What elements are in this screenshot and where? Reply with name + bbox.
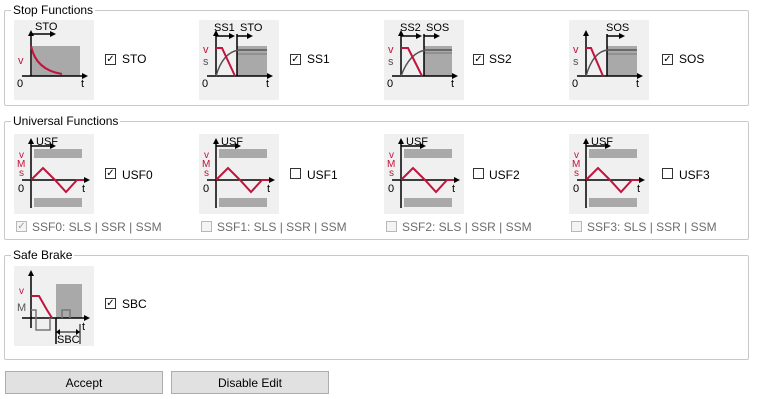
sto-origin-label: 0: [17, 78, 23, 90]
accept-button[interactable]: Accept: [5, 371, 163, 394]
ssf0-checkbox: ✓: [16, 220, 27, 232]
sos-top-label: SOS: [606, 22, 629, 34]
usf1-y-label-s: s: [204, 168, 209, 179]
ss2-checkbox-label[interactable]: SS2: [489, 52, 512, 66]
sos-checkbox-label[interactable]: SOS: [679, 52, 704, 66]
ss2-x-label: t: [451, 78, 454, 90]
ss2-top-label-2: SOS: [426, 22, 449, 34]
ss1-checkbox-label[interactable]: SS1: [307, 52, 330, 66]
usf3-checkbox-label[interactable]: USF3: [679, 168, 710, 182]
ss1-y-label-s: s: [203, 56, 209, 68]
ss1-y-label-v: v: [203, 44, 209, 56]
ssf1-checkbox-label: SSF1: SLS | SSR | SSM: [217, 220, 347, 234]
usf2-checkbox-label[interactable]: USF2: [489, 168, 520, 182]
sto-top-label: STO: [35, 21, 58, 33]
usf0-checkbox[interactable]: ✓: [105, 168, 116, 179]
ssf3-checkbox-label: SSF3: SLS | SSR | SSM: [587, 220, 717, 234]
sto-diagram: STO v 0 t: [14, 20, 94, 100]
sos-y-label-s: s: [573, 56, 579, 68]
ss1-checkbox[interactable]: ✓: [290, 54, 301, 65]
universal-functions-legend: Universal Functions: [13, 114, 119, 128]
sbc-y-label-v: v: [19, 286, 24, 297]
usf2-checkbox[interactable]: [473, 168, 484, 179]
sos-checkbox[interactable]: ✓: [662, 54, 673, 65]
sbc-y-label-m: M: [17, 302, 26, 314]
usf2-top-label: USF: [406, 136, 428, 148]
usf2-diagram: USF v M s 0 t: [384, 134, 464, 214]
sbc-bottom-label: SBC: [57, 334, 80, 346]
sos-y-label-v: v: [573, 44, 579, 56]
ssf1-checkbox: [201, 221, 212, 232]
sos-x-label: t: [636, 78, 639, 90]
ssf2-checkbox-label: SSF2: SLS | SSR | SSM: [402, 220, 532, 234]
usf2-origin-label: 0: [388, 183, 394, 195]
usf0-top-label: USF: [36, 136, 58, 148]
ss2-y-label-s: s: [388, 56, 394, 68]
sto-x-label: t: [81, 78, 84, 90]
usf0-origin-label: 0: [18, 183, 24, 195]
ss1-top-label-2: STO: [240, 22, 263, 34]
stop-functions-legend: Stop Functions: [13, 3, 94, 17]
usf2-y-label-s: s: [389, 168, 394, 179]
usf0-checkbox-label[interactable]: USF0: [122, 168, 153, 182]
ss1-diagram: SS1 STO v s 0 t: [199, 20, 279, 100]
ss2-origin-label: 0: [387, 78, 393, 90]
usf3-x-label: t: [637, 183, 640, 195]
disable-edit-button[interactable]: Disable Edit: [171, 371, 329, 394]
sbc-checkbox-label[interactable]: SBC: [122, 297, 147, 311]
sbc-checkbox[interactable]: ✓: [105, 298, 116, 309]
ss1-x-label: t: [266, 78, 269, 90]
ssf0-checkbox-label: SSF0: SLS | SSR | SSM: [32, 220, 162, 234]
usf1-diagram: USF v M s 0 t: [199, 134, 279, 214]
ss2-top-label-1: SS2: [400, 22, 421, 34]
usf0-diagram: USF v M s 0 t: [14, 134, 94, 214]
ssf2-checkbox: [386, 221, 397, 232]
safe-brake-legend: Safe Brake: [13, 248, 73, 262]
usf3-diagram: USF v M s 0 t: [569, 134, 649, 214]
sbc-diagram: v M t SBC: [14, 266, 94, 346]
usf3-checkbox[interactable]: [662, 168, 673, 179]
usf3-origin-label: 0: [573, 183, 579, 195]
sos-origin-label: 0: [572, 78, 578, 90]
ss1-origin-label: 0: [202, 78, 208, 90]
ss1-top-label-1: SS1: [214, 22, 235, 34]
ss2-y-label-v: v: [388, 44, 394, 56]
usf1-top-label: USF: [221, 136, 243, 148]
sto-checkbox[interactable]: ✓: [105, 54, 116, 65]
sto-y-label: v: [18, 55, 24, 67]
ss2-checkbox[interactable]: ✓: [473, 54, 484, 65]
ssf3-checkbox: [571, 221, 582, 232]
usf1-origin-label: 0: [203, 183, 209, 195]
usf0-y-label-s: s: [19, 168, 24, 179]
sbc-x-label: t: [82, 321, 85, 333]
usf1-checkbox[interactable]: [290, 168, 301, 179]
sos-diagram: SOS v s 0 t: [569, 20, 649, 100]
usf3-top-label: USF: [591, 136, 613, 148]
usf3-y-label-s: s: [574, 168, 579, 179]
usf1-x-label: t: [267, 183, 270, 195]
sto-checkbox-label[interactable]: STO: [122, 52, 146, 66]
usf1-checkbox-label[interactable]: USF1: [307, 168, 338, 182]
ss2-diagram: SS2 SOS v s 0 t: [384, 20, 464, 100]
usf0-x-label: t: [82, 183, 85, 195]
usf2-x-label: t: [452, 183, 455, 195]
